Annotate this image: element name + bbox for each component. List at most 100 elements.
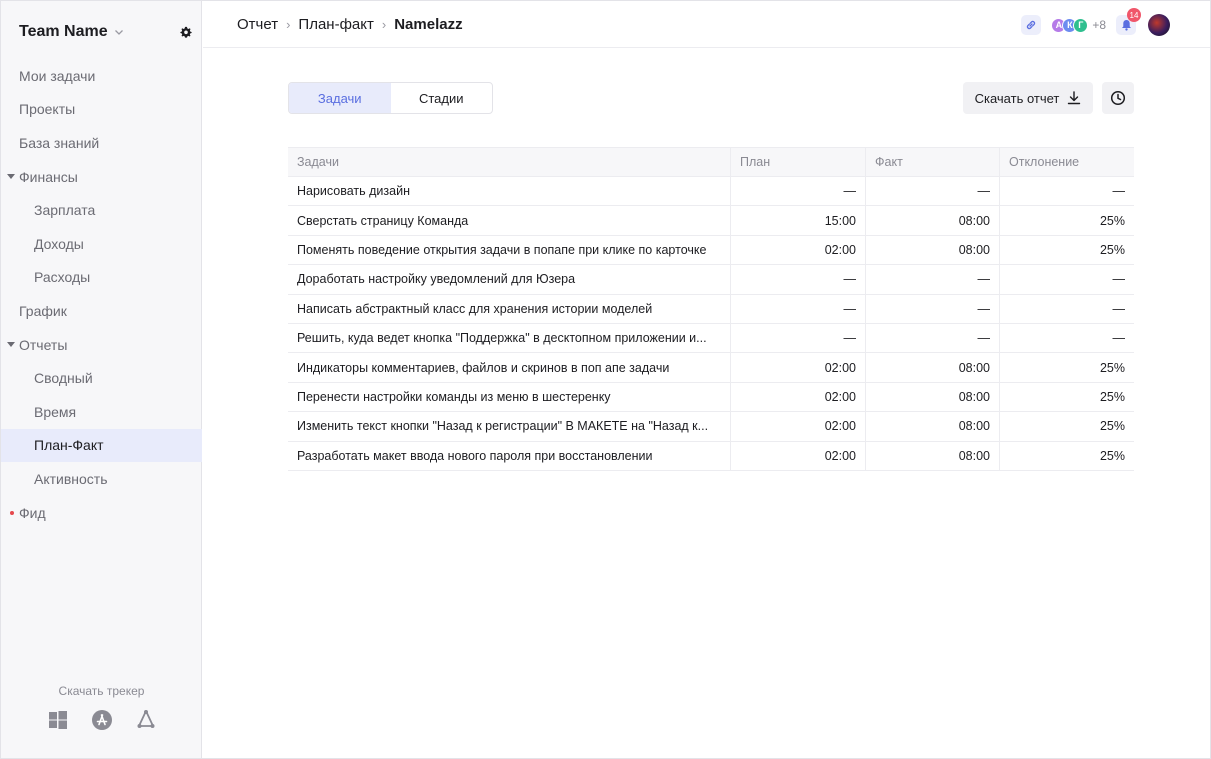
sidebar-item-plan-fact[interactable]: План-Факт <box>1 428 202 463</box>
task-title: Решить, куда ведет кнопка "Поддержка" в … <box>297 331 707 346</box>
sidebar-item-label: Расходы <box>34 269 91 286</box>
plan-cell: 02:00 <box>730 353 865 382</box>
more-members-count[interactable]: +8 <box>1092 18 1106 32</box>
fact-cell: 08:00 <box>865 412 999 441</box>
sidebar-item-label: План-Факт <box>34 437 104 454</box>
sidebar-item-feed[interactable]: Фид <box>1 496 202 530</box>
task-title: Написать абстрактный класс для хранения … <box>297 301 653 316</box>
sidebar-item-label: Мои задачи <box>19 67 96 84</box>
task-title: Изменить текст кнопки "Назад к регистрац… <box>297 419 709 434</box>
column-header-tasks[interactable]: Задачи <box>288 148 730 176</box>
table-row[interactable]: Изменить текст кнопки "Назад к регистрац… <box>288 412 1134 442</box>
table-row[interactable]: Написать абстрактный класс для хранения … <box>288 294 1134 324</box>
fact-cell: — <box>865 323 999 353</box>
sidebar-item-summary[interactable]: Сводный <box>1 361 202 395</box>
user-avatar[interactable] <box>1148 14 1170 36</box>
task-title: Доработать настройку уведомлений для Юзе… <box>297 272 576 287</box>
task-title: Нарисовать дизайн <box>297 184 410 199</box>
sidebar-item-knowledge-base[interactable]: База знаний <box>1 126 202 160</box>
table-row[interactable]: Доработать настройку уведомлений для Юзе… <box>288 265 1134 295</box>
deviation-cell: 25% <box>999 235 1134 265</box>
sidebar-item-activity[interactable]: Активность <box>1 462 202 496</box>
sidebar-item-label: Проекты <box>19 101 76 118</box>
table-row[interactable]: Разработать макет ввода нового пароля пр… <box>288 441 1134 471</box>
column-header-fact[interactable]: Факт <box>865 148 999 176</box>
chevron-down-icon <box>114 30 123 35</box>
deviation-cell: — <box>999 265 1134 294</box>
link-icon[interactable] <box>1021 15 1042 35</box>
task-title: Сверстать страницу Команда <box>297 213 469 228</box>
notifications-button[interactable]: 14 <box>1116 8 1141 35</box>
os-downloads <box>1 709 202 731</box>
table-row[interactable]: Решить, куда ведет кнопка "Поддержка" в … <box>288 323 1134 354</box>
breadcrumb-separator-icon: › <box>286 17 291 32</box>
table-row[interactable]: Индикаторы комментариев, файлов и скрино… <box>288 353 1134 383</box>
sidebar-group-finance[interactable]: Финансы <box>1 160 202 194</box>
deviation-cell: 25% <box>999 382 1134 412</box>
plan-cell: 15:00 <box>730 206 865 235</box>
column-header-plan[interactable]: План <box>730 148 865 176</box>
table-row[interactable]: Сверстать страницу Команда 15:00 08:00 25% <box>288 206 1134 236</box>
gear-icon[interactable] <box>180 26 192 38</box>
sidebar-item-schedule[interactable]: График <box>1 294 202 328</box>
plan-cell: 02:00 <box>730 412 865 441</box>
deviation-cell: 25% <box>999 441 1134 470</box>
sidebar-item-label: Время <box>34 403 77 420</box>
plan-cell: 02:00 <box>730 441 865 470</box>
plan-cell: 02:00 <box>730 382 865 412</box>
task-title: Перенести настройки команды из меню в ше… <box>297 389 611 404</box>
table-body: Нарисовать дизайн — — — Сверстать страницу К… <box>288 177 1134 471</box>
plan-cell: — <box>730 323 865 353</box>
table-header-row: Задачи План Факт Отклонение <box>288 147 1134 177</box>
breadcrumb-current: Namelazz <box>394 16 463 33</box>
top-bar: Отчет › План-факт › Namelazz А К Г +8 14 <box>203 1 1210 48</box>
fact-cell: 08:00 <box>865 382 999 412</box>
download-report-button[interactable]: Скачать отчет <box>963 82 1093 114</box>
team-avatars[interactable]: А К Г <box>1051 17 1089 33</box>
caret-down-icon <box>7 341 15 347</box>
sidebar-item-my-tasks[interactable]: Мои задачи <box>1 59 202 93</box>
download-report-label: Скачать отчет <box>974 90 1060 106</box>
deviation-cell: — <box>999 294 1134 323</box>
history-button[interactable] <box>1102 82 1134 114</box>
plan-cell: 02:00 <box>730 235 865 265</box>
breadcrumb-item[interactable]: Отчет <box>237 16 278 33</box>
table-row[interactable]: Поменять поведение открытия задачи в поп… <box>288 235 1134 266</box>
windows-icon[interactable] <box>47 709 69 731</box>
sidebar-item-projects[interactable]: Проекты <box>1 93 202 127</box>
table-row[interactable]: Перенести настройки команды из меню в ше… <box>288 382 1134 413</box>
unread-dot <box>10 510 14 515</box>
app-store-icon[interactable] <box>91 709 113 731</box>
column-header-deviation[interactable]: Отклонение <box>999 148 1134 176</box>
plan-cell: — <box>730 294 865 323</box>
sidebar-item-time[interactable]: Время <box>1 395 202 429</box>
tab-stages[interactable]: Стадии <box>391 83 493 113</box>
caret-down-icon <box>7 173 15 179</box>
breadcrumb-item[interactable]: План-факт <box>298 16 373 33</box>
sidebar-item-label: Отчеты <box>19 336 68 353</box>
task-title: Поменять поведение открытия задачи в поп… <box>297 242 707 257</box>
sidebar-item-salary[interactable]: Зарплата <box>1 193 202 227</box>
sidebar-item-label: Фид <box>19 504 46 521</box>
sidebar-item-label: Доходы <box>34 235 84 252</box>
task-cell: Перенести настройки команды из меню в ше… <box>288 383 730 411</box>
task-cell: Поменять поведение открытия задачи в поп… <box>288 236 730 264</box>
sidebar-item-expenses[interactable]: Расходы <box>1 261 202 295</box>
linux-icon[interactable] <box>135 709 157 731</box>
sidebar-item-income[interactable]: Доходы <box>1 227 202 261</box>
plan-cell: — <box>730 177 865 206</box>
task-title: Разработать макет ввода нового пароля пр… <box>297 448 653 463</box>
team-switcher[interactable]: Team Name <box>19 21 124 43</box>
tab-tasks[interactable]: Задачи <box>289 83 391 113</box>
fact-cell: 08:00 <box>865 353 999 382</box>
table-row[interactable]: Нарисовать дизайн — — — <box>288 177 1134 207</box>
task-cell: Решить, куда ведет кнопка "Поддержка" в … <box>288 324 730 352</box>
fact-cell: — <box>865 177 999 206</box>
task-cell: Разработать макет ввода нового пароля пр… <box>288 442 730 470</box>
sidebar-group-reports[interactable]: Отчеты <box>1 328 202 362</box>
breadcrumb: Отчет › План-факт › Namelazz <box>237 16 463 33</box>
plan-fact-table: Задачи План Факт Отклонение Нарисовать д… <box>288 147 1134 471</box>
sidebar-item-label: База знаний <box>19 134 100 151</box>
breadcrumb-separator-icon: › <box>381 17 387 32</box>
plan-cell: — <box>730 265 865 294</box>
